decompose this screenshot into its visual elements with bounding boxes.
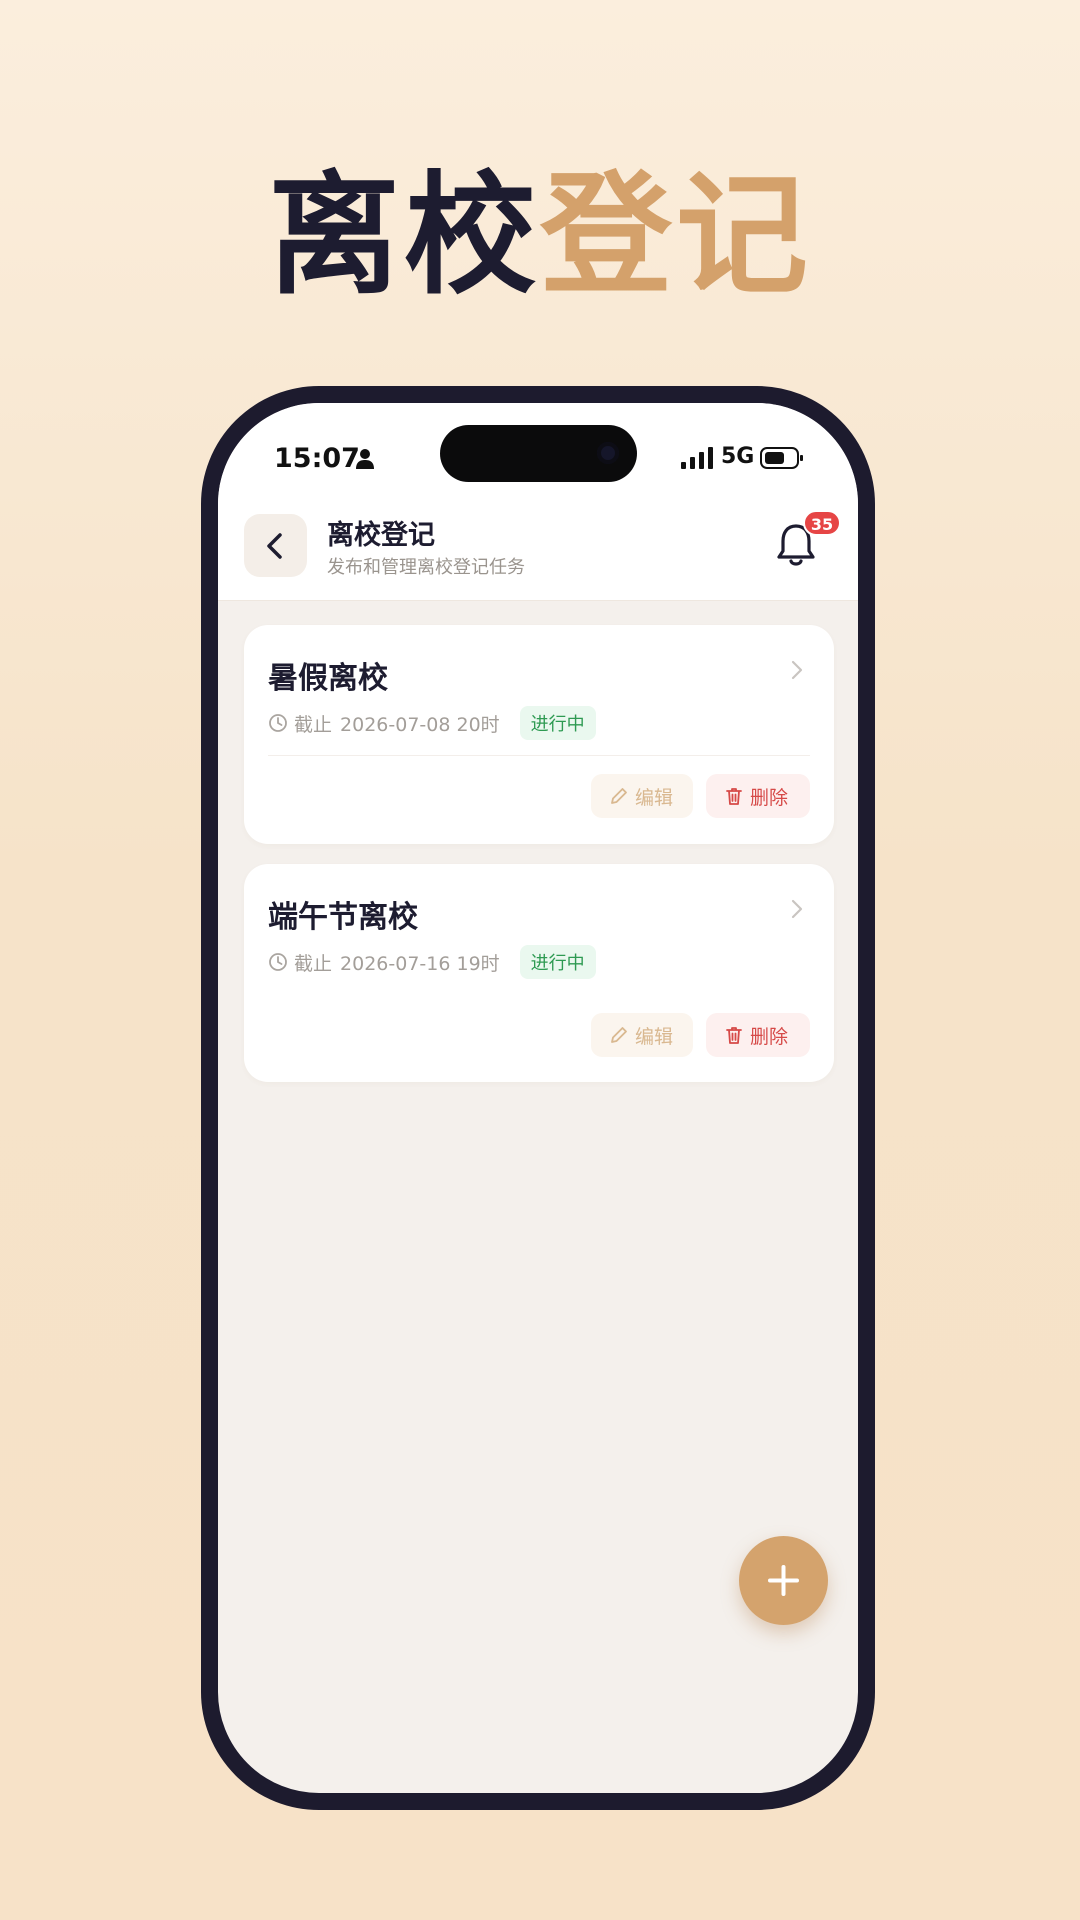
app-header: 离校登记 发布和管理离校登记任务 35 — [218, 503, 858, 601]
pencil-icon — [611, 1027, 627, 1043]
plus-icon — [768, 1565, 799, 1596]
delete-button[interactable]: 删除 — [706, 774, 810, 818]
task-actions: 编辑 删除 — [591, 774, 810, 818]
back-button[interactable] — [244, 514, 307, 577]
hero-title: 离校登记 — [0, 170, 1080, 302]
deadline-label: 截止 — [294, 952, 333, 975]
add-task-button[interactable] — [739, 1536, 828, 1625]
edit-label: 编辑 — [635, 1025, 674, 1048]
status-bar: 15:07 5G — [218, 403, 858, 503]
signal-icon — [681, 447, 713, 469]
person-icon — [356, 449, 374, 469]
status-badge: 进行中 — [519, 945, 596, 979]
chevron-right-icon[interactable] — [790, 898, 804, 920]
edit-button[interactable]: 编辑 — [591, 1013, 693, 1057]
trash-icon — [726, 788, 742, 805]
battery-icon — [760, 447, 803, 469]
status-badge: 进行中 — [519, 706, 596, 740]
dynamic-island — [440, 425, 637, 482]
chevron-left-icon — [267, 533, 282, 559]
phone-frame: 15:07 5G 离校登记 发布和管理离校登记任务 35 暑假离校 截止 202… — [201, 386, 875, 1810]
camera-icon — [597, 442, 619, 464]
card-divider — [268, 755, 810, 756]
page-title: 离校登记 — [327, 520, 435, 551]
task-card[interactable]: 暑假离校 截止 2026-07-08 20时 进行中 编辑 删除 — [244, 625, 834, 844]
task-title: 暑假离校 — [268, 661, 388, 696]
task-card[interactable]: 端午节离校 截止 2026-07-16 19时 进行中 编辑 删除 — [244, 864, 834, 1082]
deadline-date: 2026-07-08 20时 — [340, 713, 500, 736]
page-subtitle: 发布和管理离校登记任务 — [327, 557, 525, 578]
task-title: 端午节离校 — [268, 900, 418, 935]
chevron-right-icon[interactable] — [790, 659, 804, 681]
hero-title-dark: 离校 — [268, 159, 540, 313]
clock-icon — [269, 953, 287, 971]
edit-label: 编辑 — [635, 786, 674, 809]
clock-icon — [269, 714, 287, 732]
status-time: 15:07 — [274, 443, 360, 474]
task-meta: 截止 2026-07-08 20时 进行中 — [268, 706, 596, 740]
notification-badge: 35 — [803, 510, 841, 536]
trash-icon — [726, 1027, 742, 1044]
delete-button[interactable]: 删除 — [706, 1013, 810, 1057]
delete-label: 删除 — [750, 1025, 789, 1048]
hero-title-accent: 登记 — [540, 159, 812, 313]
deadline-label: 截止 — [294, 713, 333, 736]
deadline-date: 2026-07-16 19时 — [340, 952, 500, 975]
pencil-icon — [611, 788, 627, 804]
task-actions: 编辑 删除 — [591, 1013, 810, 1057]
network-type: 5G — [721, 444, 755, 469]
edit-button[interactable]: 编辑 — [591, 774, 693, 818]
task-meta: 截止 2026-07-16 19时 进行中 — [268, 945, 596, 979]
delete-label: 删除 — [750, 786, 789, 809]
